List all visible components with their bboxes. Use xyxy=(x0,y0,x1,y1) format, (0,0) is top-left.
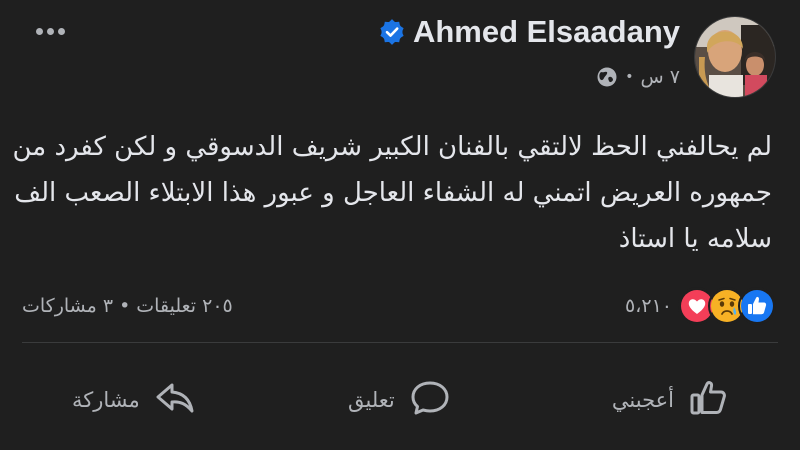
comments-count[interactable]: ٢٠٥ تعليقات xyxy=(136,295,232,317)
post-card: Ahmed Elsaadany • ٧ س لم يحالفني الحظ لا… xyxy=(0,0,800,450)
post-meta: • ٧ س xyxy=(596,62,680,92)
comment-button[interactable]: تعليق xyxy=(348,372,453,428)
verified-badge-icon xyxy=(379,19,405,45)
author-row: Ahmed Elsaadany xyxy=(379,12,680,52)
like-label: أعجبني xyxy=(611,388,674,412)
more-options-icon[interactable] xyxy=(30,18,70,44)
divider xyxy=(22,342,778,343)
stats-separator: • xyxy=(119,295,131,317)
avatar[interactable] xyxy=(694,16,776,98)
share-button[interactable]: مشاركة xyxy=(72,372,198,428)
comment-icon xyxy=(407,375,453,425)
share-icon xyxy=(152,375,198,425)
post-timestamp[interactable]: ٧ س xyxy=(641,66,680,88)
post-text: لم يحالفني الحظ لالتقي بالفنان الكبير شر… xyxy=(12,132,772,254)
thumbs-up-icon xyxy=(686,375,732,425)
globe-icon[interactable] xyxy=(596,66,618,88)
comment-label: تعليق xyxy=(348,388,395,412)
shares-count[interactable]: ٣ مشاركات xyxy=(22,295,113,317)
like-reaction-icon xyxy=(738,287,776,325)
reaction-count: ٥،٢١٠ xyxy=(625,295,672,317)
author-name[interactable]: Ahmed Elsaadany xyxy=(413,14,680,50)
share-label: مشاركة xyxy=(72,388,140,412)
engagement-stats: ٢٠٥ تعليقات • ٣ مشاركات xyxy=(22,290,233,322)
like-button[interactable]: أعجبني xyxy=(612,372,732,428)
meta-separator: • xyxy=(625,69,634,85)
reaction-summary[interactable]: ٥،٢١٠ xyxy=(625,286,776,326)
